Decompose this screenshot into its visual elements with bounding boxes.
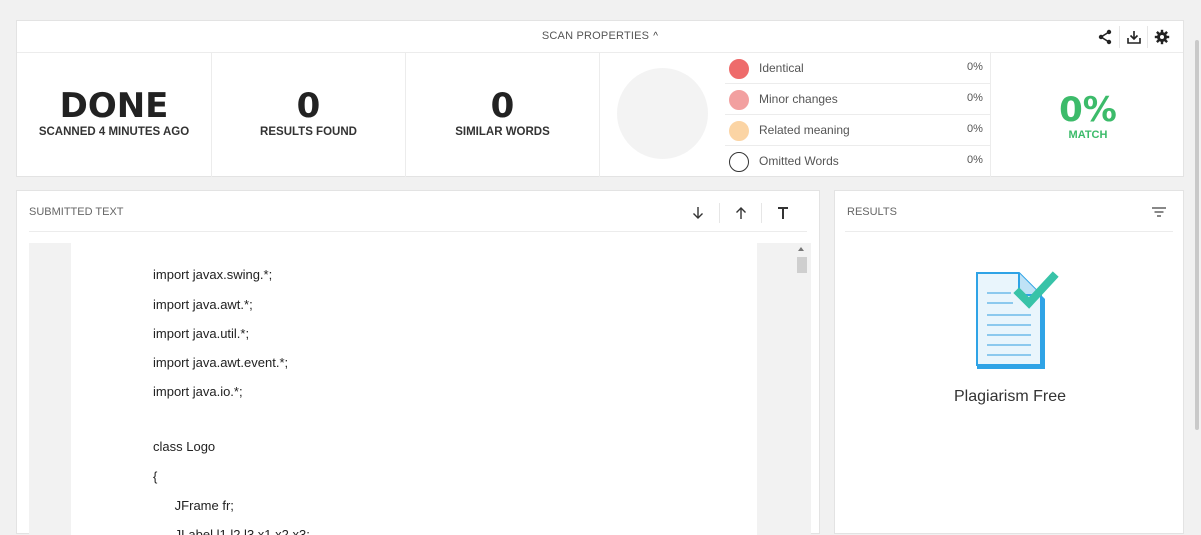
legend-pct: 0%	[967, 92, 983, 104]
match-legend: Identical 0% Minor changes 0% Related me…	[725, 53, 991, 177]
plagiarism-free-label: Plagiarism Free	[953, 388, 1067, 405]
results-panel: RESULTS Plagiarism Free	[834, 190, 1184, 534]
document-viewer[interactable]: import javax.swing.*; import java.awt.*;…	[29, 243, 811, 535]
submitted-text-toolbar	[677, 203, 803, 223]
document-scrollbar[interactable]	[793, 243, 811, 535]
omitted-words-dot	[729, 152, 749, 172]
results-found-label: RESULTS FOUND	[260, 126, 357, 138]
code-line: import java.awt.event.*;	[153, 355, 289, 370]
scan-properties-header: SCAN PROPERTIES ^	[17, 21, 1183, 53]
submitted-text-title: SUBMITTED TEXT	[29, 206, 124, 218]
scan-status: DONE	[59, 86, 169, 126]
minor-changes-dot	[729, 90, 749, 110]
page-scrollbar[interactable]	[1193, 20, 1201, 534]
divider	[29, 231, 807, 232]
code-line: {	[153, 469, 158, 484]
document-page: import javax.swing.*; import java.awt.*;…	[71, 243, 757, 535]
similar-words-label: SIMILAR WORDS	[455, 126, 550, 138]
match-label: MATCH	[1068, 129, 1108, 141]
match-chart-zone	[600, 53, 725, 177]
arrow-up-icon[interactable]	[719, 203, 761, 223]
arrow-down-icon[interactable]	[677, 203, 719, 223]
scroll-up-arrow-icon[interactable]	[798, 247, 804, 251]
legend-row-identical[interactable]: Identical 0%	[725, 53, 991, 84]
legend-pct: 0%	[967, 61, 983, 73]
scan-time: SCANNED 4 MINUTES AGO	[38, 126, 190, 138]
match-percentage: 0%	[1059, 90, 1117, 130]
code-line: import java.awt.*;	[153, 297, 253, 312]
match-block: 0% MATCH	[991, 53, 1185, 177]
scan-properties-toggle[interactable]: SCAN PROPERTIES ^	[17, 30, 1183, 42]
results-count: 0	[296, 86, 321, 126]
legend-pct: 0%	[967, 123, 983, 135]
page-scroll-thumb[interactable]	[1195, 40, 1199, 430]
code-line: JFrame fr;	[153, 498, 234, 513]
similar-count: 0	[490, 86, 515, 126]
code-line: import javax.swing.*;	[153, 267, 273, 282]
code-line: class Logo	[153, 439, 216, 454]
related-meaning-dot	[729, 121, 749, 141]
legend-pct: 0%	[967, 154, 983, 166]
filter-icon[interactable]	[1151, 205, 1167, 223]
similar-words-block: 0 SIMILAR WORDS	[406, 53, 600, 177]
chevron-up-icon: ^	[653, 31, 659, 42]
header-actions	[1091, 26, 1175, 48]
identical-dot	[729, 59, 749, 79]
plagiarism-free-document-icon	[973, 271, 1059, 380]
legend-row-related-meaning[interactable]: Related meaning 0%	[725, 115, 991, 146]
legend-row-omitted-words[interactable]: Omitted Words 0%	[725, 146, 991, 177]
legend-label: Minor changes	[759, 92, 838, 106]
share-icon[interactable]	[1091, 26, 1119, 48]
scan-properties-title: SCAN PROPERTIES	[541, 30, 650, 42]
legend-label: Omitted Words	[759, 154, 839, 168]
scan-properties-panel: SCAN PROPERTIES ^ DONE SCANNED 4 MINUTES …	[16, 20, 1184, 177]
scroll-thumb[interactable]	[797, 257, 807, 273]
match-donut-chart	[617, 68, 708, 159]
legend-label: Identical	[759, 61, 804, 75]
legend-row-minor-changes[interactable]: Minor changes 0%	[725, 84, 991, 115]
scan-status-block: DONE SCANNED 4 MINUTES AGO	[17, 53, 212, 177]
code-line: import java.io.*;	[153, 384, 243, 399]
submitted-text-panel: SUBMITTED TEXT import javax.swing.*; imp…	[16, 190, 820, 535]
results-title: RESULTS	[847, 206, 897, 218]
text-format-icon[interactable]	[761, 203, 803, 223]
divider	[845, 231, 1173, 232]
download-icon[interactable]	[1119, 26, 1147, 48]
gear-icon[interactable]	[1147, 26, 1175, 48]
results-found-block: 0 RESULTS FOUND	[212, 53, 406, 177]
legend-label: Related meaning	[759, 123, 850, 137]
top-strip	[0, 0, 1201, 14]
code-line: import java.util.*;	[153, 326, 250, 341]
